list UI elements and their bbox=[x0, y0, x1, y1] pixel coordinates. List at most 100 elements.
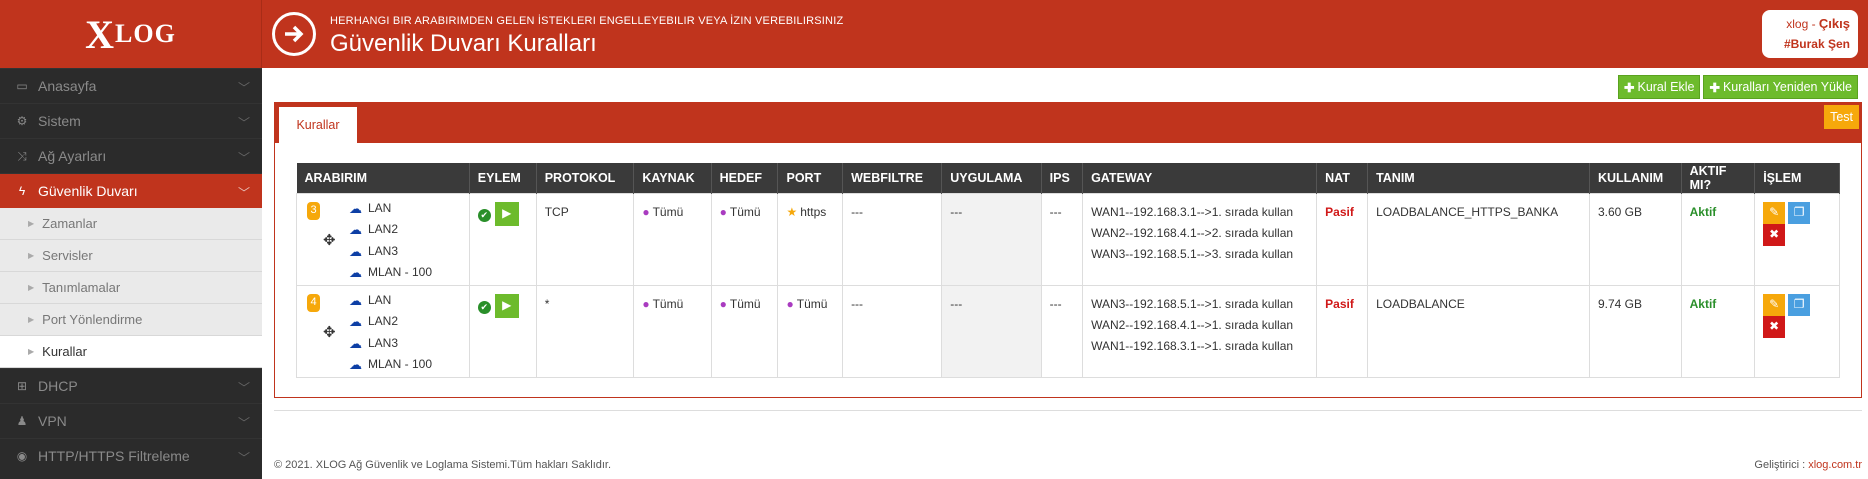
column-header: KULLANIM bbox=[1589, 163, 1682, 193]
username: #Burak Şen bbox=[1783, 37, 1850, 51]
source-cell: ● Tümü bbox=[633, 284, 712, 378]
subitem-label: Tanımlamalar bbox=[42, 280, 121, 295]
reload-rules-button[interactable]: ✚ Kuralları Yeniden Yükle bbox=[1703, 75, 1858, 99]
gateway-entry: WAN1--192.168.3.1-->1. sırada kullan bbox=[1091, 204, 1294, 219]
sidebar-item-label: Ağ Ayarları bbox=[38, 148, 107, 164]
nat-status: Pasif bbox=[1325, 296, 1354, 311]
sidebar-item-vpn[interactable]: ♟ VPN ﹀ bbox=[0, 403, 262, 438]
dest-cell: ● Tümü bbox=[710, 284, 779, 378]
move-handle-icon[interactable]: ✥ bbox=[323, 322, 336, 343]
sidebar-subitem-tanimlamalar[interactable]: ▶ Tanımlamalar bbox=[0, 272, 262, 304]
source-label: Tümü bbox=[652, 204, 684, 219]
logout-link[interactable]: Çıkış bbox=[1819, 16, 1850, 31]
protocol-cell: * bbox=[535, 284, 635, 378]
subitem-label: Zamanlar bbox=[42, 216, 98, 231]
caret-right-icon: ▶ bbox=[28, 219, 35, 228]
interface-label: LAN bbox=[368, 200, 392, 215]
sidebar-item-guvenlik-duvari[interactable]: ϟ Güvenlik Duvarı ﹀ bbox=[0, 173, 262, 208]
sidebar-item-label: Anasayfa bbox=[38, 78, 97, 94]
sidebar-item-ag-ayarlari[interactable]: ⤨ Ağ Ayarları ﹀ bbox=[0, 138, 262, 173]
sidebar-item-http-filtreleme[interactable]: ◉ HTTP/HTTPS Filtreleme ﹀ bbox=[0, 438, 262, 473]
nat-cell: Pasif bbox=[1316, 284, 1369, 378]
action-cell: ✔ ▶ bbox=[468, 192, 537, 286]
sidebar-item-label: Sistem bbox=[38, 113, 81, 129]
edit-button[interactable]: ✎ bbox=[1763, 201, 1786, 224]
edit-button[interactable]: ✎ bbox=[1763, 293, 1786, 316]
order-badge: 3 bbox=[307, 201, 320, 220]
column-header: KAYNAK bbox=[633, 163, 712, 193]
active-status: Aktif bbox=[1689, 204, 1717, 219]
rules-table: ARABIRIM EYLEM PROTOKOL KAYNAK HEDEF PORT WEBF… bbox=[296, 163, 1840, 378]
source-label: Tümü bbox=[652, 296, 684, 311]
copy-button[interactable]: ❐ bbox=[1788, 201, 1811, 224]
ips-cell: --- bbox=[1040, 284, 1084, 378]
check-circle-icon: ✔ bbox=[477, 209, 491, 222]
chevron-down-icon: ﹀ bbox=[237, 116, 250, 130]
cloud-icon: ☁ bbox=[349, 243, 362, 259]
interface-label: LAN3 bbox=[368, 335, 399, 350]
column-header: HEDEF bbox=[711, 163, 779, 193]
sidebar-subitem-zamanlar[interactable]: ▶ Zamanlar bbox=[0, 208, 262, 240]
delete-button[interactable]: ✖ bbox=[1763, 315, 1786, 338]
app-cell: --- bbox=[941, 192, 1042, 286]
move-handle-icon[interactable]: ✥ bbox=[323, 230, 336, 251]
interface-item: ☁ MLAN - 100 bbox=[349, 354, 469, 376]
table-row[interactable]: 4 ✥ ☁ LAN ☁ LAN2 ☁ LAN3 ☁ MLAN - 100 ✔ ▶ * ● Tümü ●… bbox=[296, 284, 1840, 378]
sidebar-subitem-servisler[interactable]: ▶ Servisler bbox=[0, 240, 262, 272]
sidebar-subitem-port-yonlendirme[interactable]: ▶ Port Yönlendirme bbox=[0, 304, 262, 336]
add-rule-button[interactable]: ✚ Kural Ekle bbox=[1618, 75, 1701, 99]
page-subtitle: HERHANGI BIR ARABIRIMDEN GELEN İSTEKLERI… bbox=[330, 15, 844, 27]
port-label: Tümü bbox=[796, 296, 828, 311]
test-button[interactable]: Test bbox=[1824, 105, 1859, 129]
subitem-label: Servisler bbox=[42, 248, 93, 263]
column-header: PROTOKOL bbox=[536, 163, 635, 193]
source-cell: ● Tümü bbox=[633, 192, 712, 286]
sidebar-item-label: VPN bbox=[38, 413, 67, 429]
active-cell: Aktif bbox=[1680, 284, 1756, 378]
chevron-down-icon: ﹀ bbox=[237, 451, 250, 465]
globe-icon: ● bbox=[719, 296, 727, 311]
add-rule-label: Kural Ekle bbox=[1637, 80, 1695, 94]
sidebar-item-anasayfa[interactable]: ▭ Anasayfa ﹀ bbox=[0, 68, 262, 103]
delete-button[interactable]: ✖ bbox=[1763, 223, 1786, 246]
interface-label: LAN bbox=[368, 292, 392, 307]
nat-status: Pasif bbox=[1325, 204, 1354, 219]
tab-kurallar[interactable]: Kurallar bbox=[279, 107, 357, 143]
column-header: TANIM bbox=[1367, 163, 1590, 193]
desc-cell: LOADBALANCE_HTTPS_BANKA bbox=[1367, 192, 1590, 286]
reload-rules-label: Kuralları Yeniden Yükle bbox=[1722, 80, 1852, 94]
subitem-label: Port Yönlendirme bbox=[42, 312, 143, 327]
interface-label: LAN3 bbox=[368, 243, 399, 258]
gateway-cell: WAN3--192.168.5.1-->1. sırada kullan WAN2… bbox=[1082, 284, 1318, 378]
caret-right-icon: ▶ bbox=[28, 251, 35, 260]
chevron-down-icon: ﹀ bbox=[237, 186, 250, 200]
sidebar-item-dhcp[interactable]: ⊞ DHCP ﹀ bbox=[0, 368, 262, 403]
page-header: HERHANGI BIR ARABIRIMDEN GELEN İSTEKLERI… bbox=[262, 0, 1868, 68]
logo[interactable]: X LOG bbox=[0, 0, 262, 68]
action-bar: ✚ Kural Ekle ✚ Kuralları Yeniden Yükle bbox=[1618, 75, 1858, 99]
arrow-right-circle-icon bbox=[272, 12, 316, 56]
table-body: 3 ✥ ☁ LAN ☁ LAN2 ☁ LAN3 ☁ MLAN - 100 ✔ ▶ TCP ● Tümü… bbox=[296, 192, 1840, 378]
column-header: WEBFILTRE bbox=[842, 163, 943, 193]
sidebar-item-label: HTTP/HTTPS Filtreleme bbox=[38, 448, 190, 464]
cogs-icon: ⚙ bbox=[16, 114, 28, 128]
table-row[interactable]: 3 ✥ ☁ LAN ☁ LAN2 ☁ LAN3 ☁ MLAN - 100 ✔ ▶ TCP ● Tümü… bbox=[296, 192, 1840, 286]
interface-label: LAN2 bbox=[368, 222, 399, 237]
play-button[interactable]: ▶ bbox=[494, 293, 519, 318]
tab-bar: Kurallar Test bbox=[275, 103, 1861, 143]
cloud-icon: ☁ bbox=[349, 314, 362, 330]
rules-panel: Kurallar Test ARABIRIM EYLEM PROTOKOL KAYNA… bbox=[274, 102, 1862, 398]
dest-cell: ● Tümü bbox=[710, 192, 779, 286]
sidebar-item-sistem[interactable]: ⚙ Sistem ﹀ bbox=[0, 103, 262, 138]
play-button[interactable]: ▶ bbox=[494, 201, 519, 226]
sidebar-item-label: DHCP bbox=[38, 378, 78, 394]
user-prefix: xlog - bbox=[1786, 17, 1819, 31]
developer-link[interactable]: xlog.com.tr bbox=[1808, 459, 1862, 471]
protocol-cell: TCP bbox=[535, 192, 635, 286]
sidebar-subitem-kurallar[interactable]: ▶ Kurallar bbox=[0, 336, 262, 368]
globe-icon: ● bbox=[786, 296, 794, 311]
caret-right-icon: ▶ bbox=[28, 283, 35, 292]
copy-button[interactable]: ❐ bbox=[1788, 293, 1811, 316]
globe-icon: ● bbox=[719, 204, 727, 219]
cloud-icon: ☁ bbox=[349, 335, 362, 351]
